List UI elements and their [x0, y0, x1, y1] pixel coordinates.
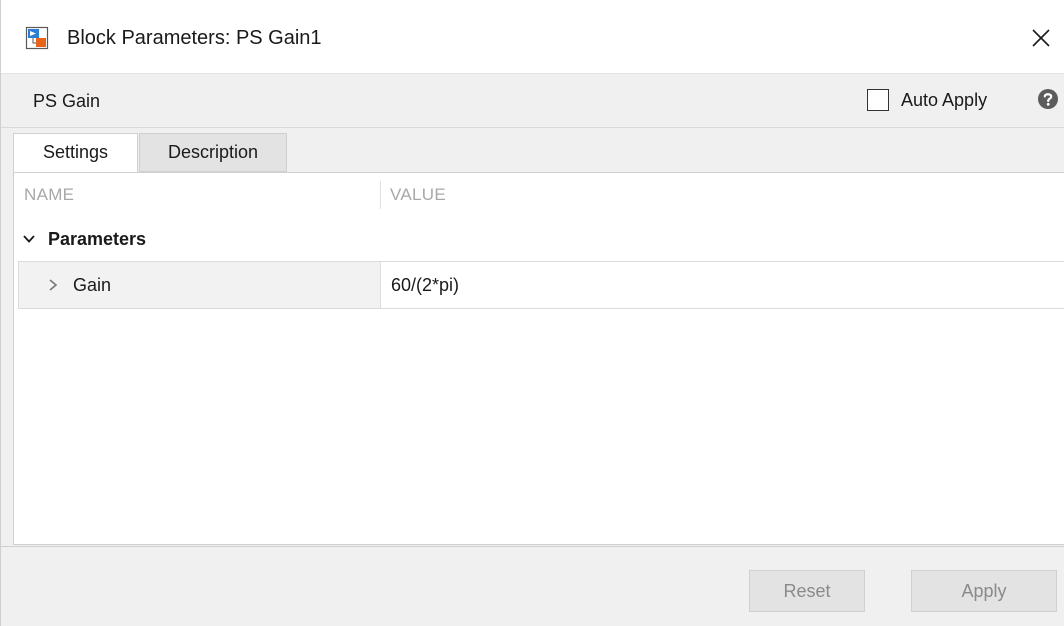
- help-icon[interactable]: [1037, 88, 1059, 110]
- table-row: Gain 60/(2*pi): [18, 261, 1064, 309]
- title-bar: Block Parameters: PS Gain1: [1, 0, 1064, 74]
- reset-button[interactable]: Reset: [749, 570, 865, 612]
- auto-apply-toggle[interactable]: Auto Apply: [867, 88, 987, 112]
- close-button[interactable]: [1017, 14, 1064, 62]
- tab-description[interactable]: Description: [139, 133, 287, 172]
- tab-strip: Settings Description: [1, 128, 1064, 172]
- apply-button[interactable]: Apply: [911, 570, 1057, 612]
- column-header: NAME VALUE: [14, 173, 1064, 217]
- parameters-panel: NAME VALUE Parameters Gain 60/(2*pi): [13, 172, 1064, 545]
- window-title: Block Parameters: PS Gain1: [67, 27, 322, 49]
- tab-settings[interactable]: Settings: [13, 133, 138, 172]
- gain-value[interactable]: 60/(2*pi): [391, 273, 459, 297]
- gain-value-field[interactable]: 60/(2*pi): [380, 262, 1064, 308]
- gain-name-cell[interactable]: Gain: [18, 262, 380, 308]
- auto-apply-label[interactable]: Auto Apply: [901, 88, 987, 112]
- parameters-group-label: Parameters: [48, 229, 147, 249]
- block-header: PS Gain Auto Apply: [1, 74, 1064, 128]
- footer-divider: [1, 546, 1064, 547]
- chevron-right-icon[interactable]: [47, 278, 59, 292]
- column-header-name: NAME: [24, 185, 75, 204]
- simulink-block-icon: [25, 26, 49, 50]
- block-parameters-dialog: Block Parameters: PS Gain1 PS Gain Auto …: [0, 0, 1064, 626]
- gain-parameter-label: Gain: [73, 275, 112, 295]
- column-divider[interactable]: [380, 181, 381, 209]
- column-header-value: VALUE: [390, 185, 446, 204]
- parameters-group-header[interactable]: Parameters: [14, 217, 1064, 261]
- chevron-down-icon[interactable]: [22, 232, 36, 246]
- auto-apply-checkbox[interactable]: [867, 89, 889, 111]
- close-icon: [1032, 29, 1050, 47]
- block-type-label: PS Gain: [33, 91, 101, 111]
